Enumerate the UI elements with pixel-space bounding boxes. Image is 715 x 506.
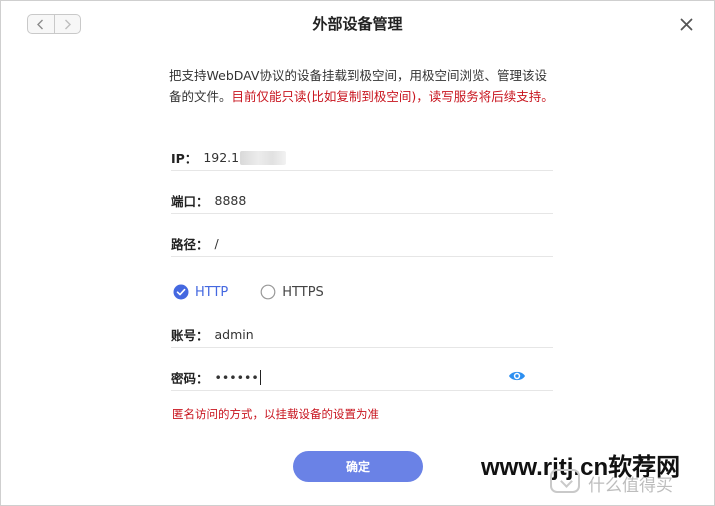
close-icon	[680, 18, 692, 30]
path-label: 路径：	[171, 237, 209, 252]
dialog-window: 外部设备管理 把支持WebDAV协议的设备挂载到极空间，用极空间浏览、管理该设备…	[0, 0, 715, 506]
brand-logo-icon	[550, 469, 580, 493]
ip-label: IP：	[171, 151, 198, 166]
description: 把支持WebDAV协议的设备挂载到极空间，用极空间浏览、管理该设备的文件。目前仅…	[169, 65, 559, 107]
path-field[interactable]: 路径： /	[171, 231, 553, 257]
readonly-warning: 目前仅能只读(比如复制到极空间)，读写服务将后续支持。	[231, 89, 554, 104]
redacted-blur	[240, 150, 287, 165]
radio-checked-icon	[173, 284, 189, 300]
anonymous-access-hint: 匿名访问的方式，以挂载设备的设置为准	[172, 407, 379, 421]
ip-field[interactable]: IP： 192.1	[171, 145, 553, 171]
protocol-radio-group: HTTP HTTPS	[173, 283, 356, 301]
radio-http-label: HTTP	[195, 284, 229, 300]
ip-value: 192.1	[203, 150, 240, 165]
radio-https-label: HTTPS	[282, 284, 324, 300]
radio-https[interactable]: HTTPS	[260, 284, 324, 300]
radio-http[interactable]: HTTP	[173, 284, 228, 300]
password-field[interactable]: 密码： ••••••	[171, 365, 553, 391]
radio-unchecked-icon	[260, 284, 276, 300]
password-label: 密码：	[171, 371, 209, 386]
account-field[interactable]: 账号： admin	[171, 322, 553, 348]
close-button[interactable]	[677, 15, 695, 33]
account-value: admin	[214, 327, 254, 342]
account-label: 账号：	[171, 328, 209, 343]
password-value: ••••••	[214, 370, 259, 385]
dialog-title: 外部设备管理	[312, 15, 403, 33]
path-value: /	[214, 236, 219, 251]
port-label: 端口：	[171, 194, 209, 209]
eye-icon[interactable]	[508, 369, 526, 383]
brand-watermark: 什么值得买	[588, 476, 673, 496]
port-field[interactable]: 端口： 8888	[171, 188, 553, 214]
confirm-button[interactable]: 确定	[293, 451, 423, 482]
port-value: 8888	[214, 193, 247, 208]
text-caret	[259, 370, 261, 385]
